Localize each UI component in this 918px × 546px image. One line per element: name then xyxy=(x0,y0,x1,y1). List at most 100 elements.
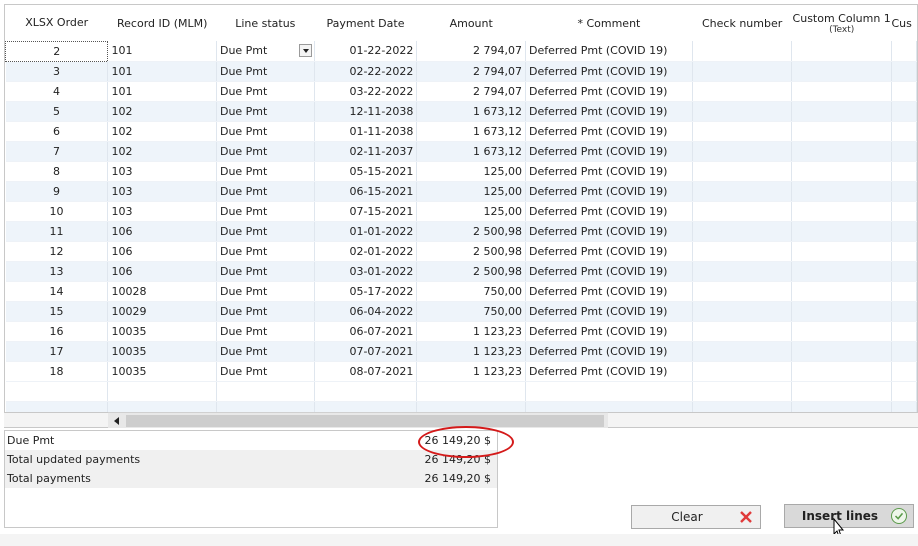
cell-comment[interactable]: Deferred Pmt (COVID 19) xyxy=(525,221,693,242)
cell-xlsx-order[interactable]: 3 xyxy=(5,61,109,82)
cell-custom-column-2[interactable] xyxy=(891,221,917,242)
cell-check-number[interactable] xyxy=(692,61,793,82)
cell-record-id[interactable]: 103 xyxy=(107,201,217,222)
cell-line-status[interactable]: Due Pmt xyxy=(216,81,315,102)
cell-check-number[interactable] xyxy=(692,221,793,242)
cell-check-number[interactable] xyxy=(692,241,793,262)
col-header-xlsx-order[interactable]: XLSX Order xyxy=(5,5,108,41)
cell-check-number[interactable] xyxy=(692,81,793,102)
cell-custom-column-2[interactable] xyxy=(891,41,917,62)
cell-record-id[interactable]: 102 xyxy=(107,121,217,142)
cell-line-status[interactable]: Due Pmt xyxy=(216,301,315,322)
col-header-comment[interactable]: * Comment xyxy=(525,5,693,41)
cell-record-id[interactable]: 101 xyxy=(107,61,217,82)
cell-payment-date[interactable]: 12-11-2038 xyxy=(314,101,418,122)
cell-comment[interactable]: Deferred Pmt (COVID 19) xyxy=(525,201,693,222)
cell-custom-column-1[interactable] xyxy=(791,341,892,362)
cell-record-id[interactable]: 10028 xyxy=(107,281,217,302)
clear-button[interactable]: Clear xyxy=(631,505,761,529)
cell-payment-date[interactable]: 05-15-2021 xyxy=(314,161,418,182)
cell-check-number[interactable] xyxy=(692,281,793,302)
cell-check-number[interactable] xyxy=(692,41,793,62)
cell-record-id[interactable]: 103 xyxy=(107,181,217,202)
table-row[interactable]: 3 101 Due Pmt 02-22-2022 2 794,07 Deferred Pm… xyxy=(5,61,917,82)
cell-custom-column-2[interactable] xyxy=(891,281,917,302)
cell-custom-column-2[interactable] xyxy=(891,241,917,262)
cell-xlsx-order[interactable]: 14 xyxy=(5,281,109,302)
table-row[interactable]: 6 102 Due Pmt 01-11-2038 1 673,12 Deferred Pm… xyxy=(5,121,917,142)
col-header-custom-column-1[interactable]: Custom Column 1 (Text) xyxy=(791,5,892,41)
col-header-custom-column-2[interactable]: Cus xyxy=(891,5,917,41)
cell-payment-date[interactable]: 01-22-2022 xyxy=(314,41,418,62)
cell-record-id[interactable]: 10035 xyxy=(107,321,217,342)
table-row[interactable]: 10 103 Due Pmt 07-15-2021 125,00 Deferred Pmt… xyxy=(5,201,917,222)
cell-xlsx-order[interactable]: 17 xyxy=(5,341,109,362)
table-row[interactable]: 13 106 Due Pmt 03-01-2022 2 500,98 Deferred P… xyxy=(5,261,917,282)
cell-amount[interactable]: 2 500,98 xyxy=(416,221,526,242)
table-row[interactable]: 11 106 Due Pmt 01-01-2022 2 500,98 Deferred P… xyxy=(5,221,917,242)
cell-comment[interactable]: Deferred Pmt (COVID 19) xyxy=(525,41,693,62)
cell-line-status[interactable]: Due Pmt xyxy=(216,341,315,362)
cell-check-number[interactable] xyxy=(692,101,793,122)
cell-payment-date[interactable]: 08-07-2021 xyxy=(314,361,418,382)
cell-record-id[interactable]: 106 xyxy=(107,221,217,242)
cell-custom-column-1[interactable] xyxy=(791,241,892,262)
cell-payment-date[interactable]: 02-22-2022 xyxy=(314,61,418,82)
cell-check-number[interactable] xyxy=(692,141,793,162)
cell-amount[interactable]: 2 794,07 xyxy=(416,81,526,102)
table-row[interactable]: 2 101 Due Pmt 01-22-2022 2 794,07 Deferred Pm… xyxy=(5,40,917,62)
cell-custom-column-2[interactable] xyxy=(891,341,917,362)
horizontal-scrollbar[interactable] xyxy=(108,412,608,428)
cell-custom-column-1[interactable] xyxy=(791,141,892,162)
cell-amount[interactable]: 1 673,12 xyxy=(416,121,526,142)
chevron-down-icon[interactable] xyxy=(298,44,312,57)
table-row[interactable]: 12 106 Due Pmt 02-01-2022 2 500,98 Deferred P… xyxy=(5,241,917,262)
cell-line-status[interactable]: Due Pmt xyxy=(216,261,315,282)
cell-amount[interactable]: 1 123,23 xyxy=(416,341,526,362)
cell-custom-column-2[interactable] xyxy=(891,101,917,122)
cell-line-status[interactable]: Due Pmt xyxy=(216,201,315,222)
table-row[interactable]: 14 10028 Due Pmt 05-17-2022 750,00 Deferred P… xyxy=(5,281,917,302)
col-header-check-number[interactable]: Check number xyxy=(692,5,792,41)
cell-record-id[interactable]: 10029 xyxy=(107,301,217,322)
cell-comment[interactable]: Deferred Pmt (COVID 19) xyxy=(525,101,693,122)
cell-payment-date[interactable]: 02-11-2037 xyxy=(314,141,418,162)
cell-xlsx-order[interactable]: 18 xyxy=(5,361,109,382)
table-row[interactable]: 18 10035 Due Pmt 08-07-2021 1 123,23 Deferred… xyxy=(5,361,917,382)
cell-xlsx-order[interactable]: 4 xyxy=(5,81,109,102)
cell-amount[interactable]: 125,00 xyxy=(416,161,526,182)
cell-custom-column-2[interactable] xyxy=(891,121,917,142)
cell-line-status[interactable]: Due Pmt xyxy=(216,161,315,182)
cell-amount[interactable]: 2 500,98 xyxy=(416,241,526,262)
cell-comment[interactable]: Deferred Pmt (COVID 19) xyxy=(525,81,693,102)
cell-custom-column-2[interactable] xyxy=(891,81,917,102)
cell-custom-column-2[interactable] xyxy=(891,361,917,382)
cell-comment[interactable]: Deferred Pmt (COVID 19) xyxy=(525,301,693,322)
cell-custom-column-2[interactable] xyxy=(891,61,917,82)
cell-amount[interactable]: 1 673,12 xyxy=(416,101,526,122)
cell-custom-column-1[interactable] xyxy=(791,181,892,202)
cell-comment[interactable]: Deferred Pmt (COVID 19) xyxy=(525,321,693,342)
cell-record-id[interactable]: 101 xyxy=(107,41,217,62)
table-row[interactable]: 17 10035 Due Pmt 07-07-2021 1 123,23 Deferred… xyxy=(5,341,917,362)
cell-payment-date[interactable]: 01-11-2038 xyxy=(314,121,418,142)
cell-custom-column-2[interactable] xyxy=(891,161,917,182)
cell-amount[interactable]: 1 673,12 xyxy=(416,141,526,162)
scrollbar-thumb[interactable] xyxy=(126,415,604,427)
cell-check-number[interactable] xyxy=(692,121,793,142)
cell-comment[interactable]: Deferred Pmt (COVID 19) xyxy=(525,341,693,362)
cell-line-status[interactable]: Due Pmt xyxy=(216,221,315,242)
table-row[interactable]: 4 101 Due Pmt 03-22-2022 2 794,07 Deferred Pm… xyxy=(5,81,917,102)
table-row[interactable]: 8 103 Due Pmt 05-15-2021 125,00 Deferred Pmt … xyxy=(5,161,917,182)
cell-payment-date[interactable]: 03-01-2022 xyxy=(314,261,418,282)
cell-check-number[interactable] xyxy=(692,321,793,342)
cell-custom-column-2[interactable] xyxy=(891,141,917,162)
cell-record-id[interactable]: 103 xyxy=(107,161,217,182)
cell-custom-column-1[interactable] xyxy=(791,361,892,382)
cell-comment[interactable]: Deferred Pmt (COVID 19) xyxy=(525,161,693,182)
cell-payment-date[interactable]: 07-07-2021 xyxy=(314,341,418,362)
cell-custom-column-1[interactable] xyxy=(791,161,892,182)
table-row[interactable]: 16 10035 Due Pmt 06-07-2021 1 123,23 Deferred… xyxy=(5,321,917,342)
cell-amount[interactable]: 750,00 xyxy=(416,301,526,322)
cell-xlsx-order[interactable]: 8 xyxy=(5,161,109,182)
